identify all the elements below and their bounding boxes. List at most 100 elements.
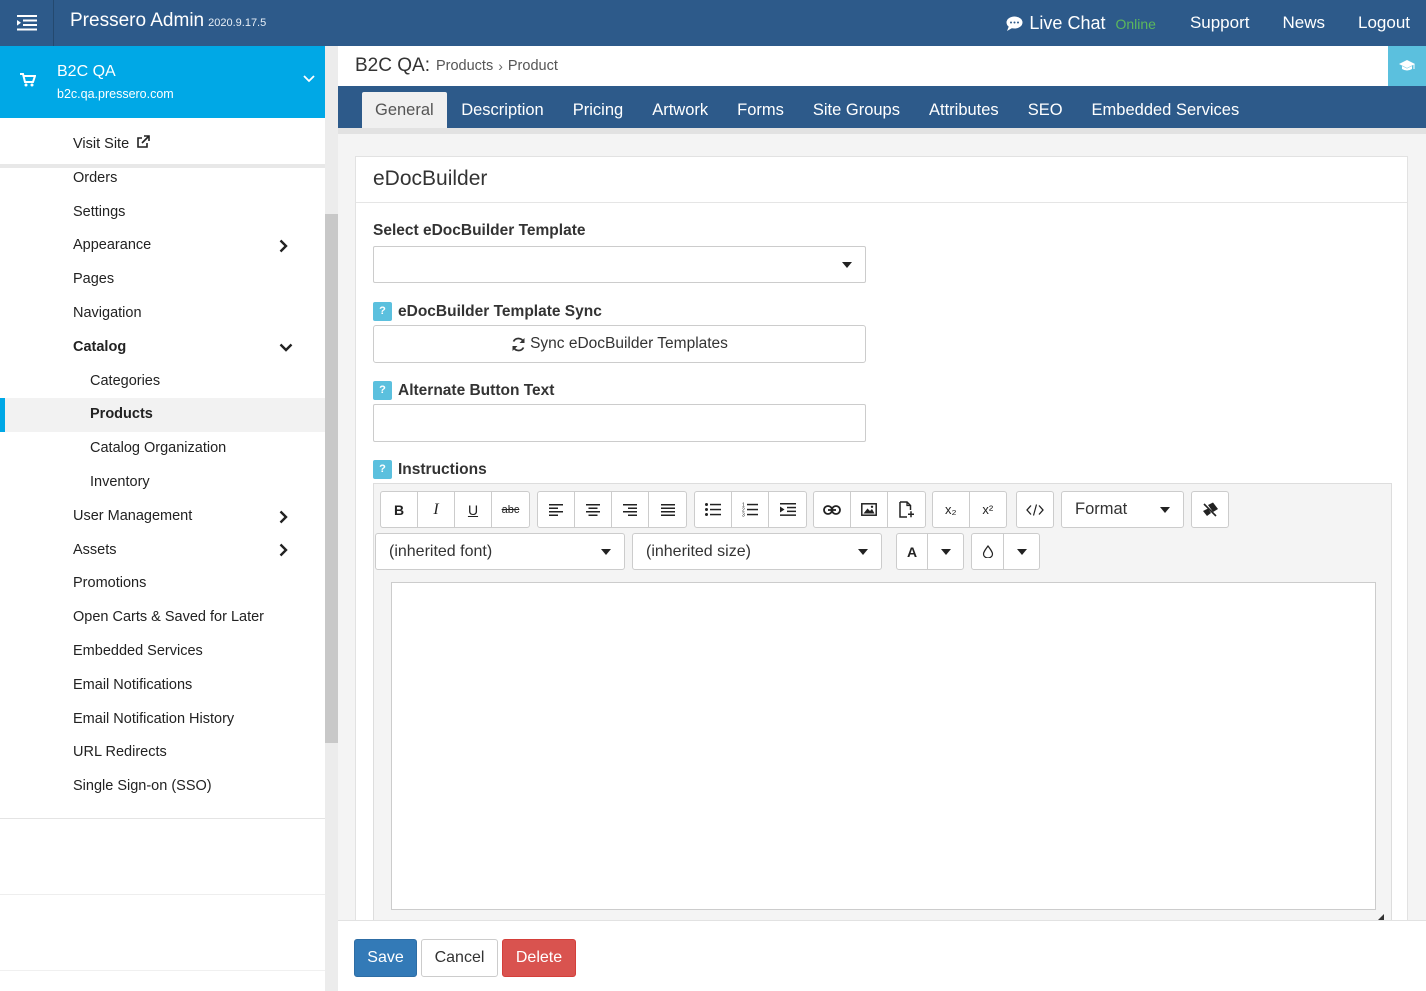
align-right-button[interactable] [612, 492, 649, 527]
help-button[interactable] [1388, 46, 1426, 86]
caret-down-icon [1016, 548, 1027, 555]
editor-content-area[interactable] [391, 582, 1376, 910]
breadcrumb-separator: › [498, 58, 503, 74]
font-family-select[interactable]: (inherited font) [375, 533, 625, 570]
sidebar-item-email-notification-history[interactable]: Email Notification History [0, 703, 325, 737]
alt-button-text-label-text: Alternate Button Text [398, 381, 555, 399]
help-icon[interactable]: ? [373, 302, 392, 321]
news-link[interactable]: News [1282, 13, 1325, 33]
align-center-button[interactable] [575, 492, 612, 527]
insert-link-button[interactable] [814, 492, 851, 527]
logout-link[interactable]: Logout [1358, 13, 1410, 33]
clear-formatting-button[interactable] [1192, 492, 1228, 527]
support-link[interactable]: Support [1190, 13, 1250, 33]
bold-button[interactable]: B [381, 492, 418, 527]
template-select[interactable] [373, 246, 866, 283]
align-justify-icon [660, 503, 675, 516]
sidebar-item-user-management[interactable]: User Management [0, 500, 325, 534]
bullet-list-button[interactable] [695, 492, 732, 527]
sidebar-item-navigation[interactable]: Navigation [0, 297, 325, 331]
sync-templates-button-label: Sync eDocBuilder Templates [530, 335, 728, 352]
sidebar-item-catalog-organization[interactable]: Catalog Organization [0, 432, 325, 466]
bold-icon: B [393, 501, 405, 518]
caret-down-icon [858, 549, 868, 555]
live-chat-link[interactable]: Live Chat Online [1006, 13, 1156, 34]
sidebar-scrollbar[interactable] [325, 46, 338, 991]
code-view-button[interactable] [1017, 492, 1053, 527]
tab-site-groups[interactable]: Site Groups [798, 92, 914, 128]
site-url: b2c.qa.pressero.com [57, 87, 174, 101]
italic-button[interactable]: I [418, 492, 455, 527]
strikethrough-button[interactable]: abc [492, 492, 529, 527]
sidebar-item-assets[interactable]: Assets [0, 534, 325, 568]
insert-file-button[interactable] [888, 492, 925, 527]
numbered-list-icon: 123 [742, 503, 758, 517]
top-navbar: Pressero Admin 2020.9.17.5 Live Chat Onli… [0, 0, 1426, 46]
sidebar-item-url-redirects[interactable]: URL Redirects [0, 736, 325, 770]
italic-icon: I [433, 500, 439, 518]
tab-description[interactable]: Description [447, 92, 559, 128]
sidebar-item-categories[interactable]: Categories [0, 365, 325, 399]
sidebar-item-embedded-services[interactable]: Embedded Services [0, 635, 325, 669]
chat-bubble-icon [1006, 16, 1023, 31]
sidebar-item-sso[interactable]: Single Sign-on (SSO) [0, 770, 325, 804]
font-size-select[interactable]: (inherited size) [632, 533, 882, 570]
list-toolbar: 123 [694, 491, 807, 528]
align-left-button[interactable] [538, 492, 575, 527]
sidebar-item-orders[interactable]: Orders [0, 162, 325, 196]
sidebar-divider [0, 894, 325, 895]
sidebar-item-inventory[interactable]: Inventory [0, 466, 325, 500]
justify-button[interactable] [649, 492, 686, 527]
save-button[interactable]: Save [354, 939, 417, 977]
refresh-icon [512, 337, 525, 351]
menu-toggle-button[interactable] [0, 0, 54, 46]
highlight-color-button[interactable] [972, 534, 1004, 569]
font-color-button[interactable]: A [897, 534, 928, 569]
help-icon[interactable]: ? [373, 381, 392, 400]
tab-seo[interactable]: SEO [1013, 92, 1077, 128]
sync-templates-button[interactable]: Sync eDocBuilder Templates [373, 325, 866, 363]
tab-bar: General Description Pricing Artwork Form… [338, 86, 1426, 128]
chevron-right-icon [279, 510, 288, 524]
sidebar-item-pages[interactable]: Pages [0, 263, 325, 297]
tab-attributes[interactable]: Attributes [914, 92, 1013, 128]
sidebar-item-settings[interactable]: Settings [0, 196, 325, 230]
underline-button[interactable]: U [455, 492, 492, 527]
link-icon [823, 504, 841, 515]
tab-artwork[interactable]: Artwork [638, 92, 723, 128]
tab-pricing[interactable]: Pricing [558, 92, 637, 128]
breadcrumb-products-link[interactable]: Products [436, 58, 493, 74]
sidebar-item-visit-site[interactable]: Visit Site [0, 128, 325, 162]
font-color-toolbar: A [896, 533, 964, 570]
caret-down-icon [1160, 507, 1170, 513]
tab-forms[interactable]: Forms [723, 92, 799, 128]
font-color-dropdown[interactable] [928, 534, 963, 569]
sidebar-item-appearance[interactable]: Appearance [0, 229, 325, 263]
site-switcher[interactable]: B2C QA b2c.qa.pressero.com [0, 46, 325, 118]
cancel-button[interactable]: Cancel [421, 939, 498, 977]
sidebar-item-label: Categories [90, 372, 161, 389]
tab-embedded-services[interactable]: Embedded Services [1077, 92, 1254, 128]
help-icon[interactable]: ? [373, 460, 392, 479]
scrollbar-thumb[interactable] [325, 214, 338, 743]
indent-button[interactable] [769, 492, 806, 527]
highlight-color-dropdown[interactable] [1004, 534, 1039, 569]
edocbuilder-panel: eDocBuilder Select eDocBuilder Template … [355, 156, 1408, 943]
numbered-list-button[interactable]: 123 [732, 492, 769, 527]
alt-button-text-input[interactable] [373, 404, 866, 442]
indent-icon [779, 503, 796, 516]
sidebar-item-open-carts[interactable]: Open Carts & Saved for Later [0, 601, 325, 635]
format-dropdown[interactable]: Format [1061, 491, 1184, 528]
sidebar-item-label: Pages [73, 271, 115, 288]
tab-general[interactable]: General [362, 92, 447, 128]
insert-image-button[interactable] [851, 492, 888, 527]
sidebar-item-label: URL Redirects [73, 744, 167, 761]
sidebar-item-catalog[interactable]: Catalog [0, 331, 325, 365]
sidebar-item-promotions[interactable]: Promotions [0, 567, 325, 601]
superscript-button[interactable]: x² [970, 492, 1007, 527]
sidebar-item-email-notifications[interactable]: Email Notifications [0, 669, 325, 703]
subscript-button[interactable]: x₂ [933, 492, 970, 527]
sidebar-item-products[interactable]: Products [0, 398, 325, 433]
delete-button[interactable]: Delete [502, 939, 576, 977]
align-left-icon [549, 503, 563, 516]
